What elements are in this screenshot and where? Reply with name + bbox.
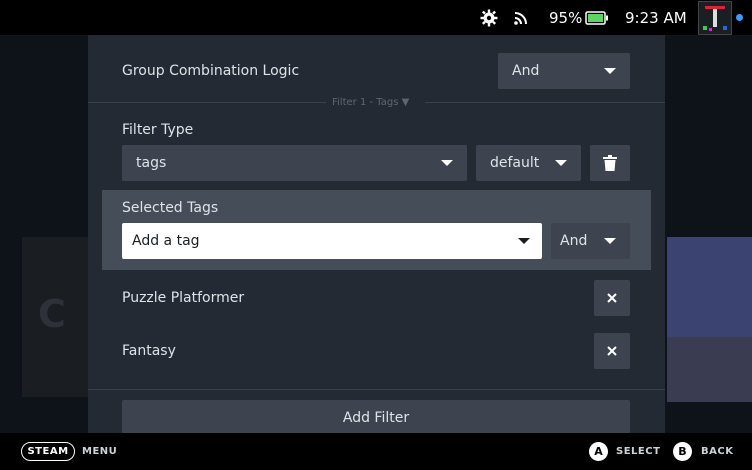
close-icon — [607, 346, 617, 356]
add-filter-button[interactable]: Add Filter — [122, 400, 630, 433]
battery-percent: 95% — [549, 8, 583, 27]
add-tag-placeholder: Add a tag — [132, 233, 200, 249]
selected-tags-label: Selected Tags — [122, 200, 219, 216]
chevron-down-icon — [604, 68, 616, 74]
filter-type-dropdown[interactable]: tags — [122, 145, 467, 181]
notification-dot — [736, 14, 743, 21]
filter-mode-value: default — [490, 155, 540, 171]
delete-filter-button[interactable] — [590, 145, 630, 181]
clock: 9:23 AM — [625, 8, 687, 27]
steam-button[interactable]: STEAM — [21, 442, 75, 461]
b-button-icon[interactable]: B — [673, 442, 692, 461]
filter-settings-panel: Group Combination Logic And Filter 1 - T… — [88, 35, 665, 433]
back-label: BACK — [701, 446, 734, 457]
status-bar: 95% 9:23 AM — [0, 0, 752, 35]
background-game-art-sky — [667, 237, 752, 337]
remove-tag-button[interactable] — [594, 333, 630, 369]
gear-icon[interactable] — [480, 0, 498, 35]
divider-line-right — [425, 102, 665, 103]
a-button-icon[interactable]: A — [589, 442, 608, 461]
chevron-down-icon — [555, 160, 567, 166]
tag-logic-dropdown[interactable]: And — [551, 223, 630, 259]
select-label: SELECT — [616, 446, 661, 457]
trash-icon — [603, 155, 617, 171]
selected-tags-section: Selected Tags Add a tag And — [102, 190, 651, 270]
background-game-tile-left-art: C — [38, 292, 66, 336]
group-logic-value: And — [512, 63, 540, 79]
divider-line-left — [88, 102, 326, 103]
chevron-down-icon — [518, 238, 530, 244]
background-game-art-ground — [667, 337, 752, 402]
avatar[interactable] — [698, 1, 732, 35]
divider-line — [88, 389, 665, 390]
filter-type-label: Filter Type — [122, 122, 194, 138]
add-tag-input[interactable]: Add a tag — [122, 223, 542, 259]
remove-tag-button[interactable] — [594, 280, 630, 316]
filter-type-value: tags — [136, 155, 167, 171]
wifi-icon — [513, 0, 529, 35]
close-icon — [607, 293, 617, 303]
bottom-bar: STEAM MENU A SELECT B BACK — [0, 433, 752, 470]
background-game-tile-right — [667, 237, 752, 402]
caret-down-icon: ▼ — [401, 97, 410, 108]
menu-label: MENU — [82, 446, 118, 457]
chevron-down-icon — [441, 160, 453, 166]
group-logic-label: Group Combination Logic — [122, 63, 300, 79]
tag-item-label: Fantasy — [122, 343, 176, 359]
tag-item-label: Puzzle Platformer — [122, 290, 245, 306]
filter-divider-label[interactable]: Filter 1 - Tags ▼ — [332, 97, 409, 108]
filter-mode-dropdown[interactable]: default — [476, 145, 581, 181]
chevron-down-icon — [604, 238, 616, 244]
battery-icon — [585, 0, 609, 35]
tag-logic-value: And — [560, 233, 588, 249]
group-logic-dropdown[interactable]: And — [498, 53, 630, 89]
